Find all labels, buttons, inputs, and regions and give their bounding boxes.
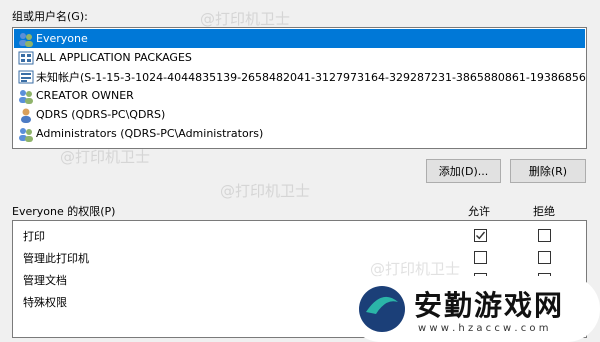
unknown-account-icon: [18, 70, 34, 83]
users-group-icon: [19, 32, 33, 47]
user-row-administrators[interactable]: Administrators (QDRS-PC\Administrators): [14, 124, 585, 143]
users-list-label: 组或用户名(G):: [12, 10, 88, 23]
deny-checkbox-manage-printer[interactable]: [538, 251, 551, 264]
user-row-label: Everyone: [36, 32, 88, 45]
add-button[interactable]: 添加(D)...: [426, 159, 501, 183]
deny-column-header: 拒绝: [533, 205, 555, 218]
watermark-text: @打印机卫士: [220, 182, 311, 200]
user-row-everyone[interactable]: Everyone: [14, 29, 585, 48]
user-row-label: Administrators (QDRS-PC\Administrators): [36, 127, 264, 140]
permission-name: 管理文档: [23, 274, 67, 287]
allow-checkbox-print[interactable]: [474, 229, 487, 242]
permission-name: 管理此打印机: [23, 252, 89, 265]
user-row-label: CREATOR OWNER: [36, 89, 134, 102]
watermark-text: @打印机卫士: [200, 10, 291, 28]
app-package-icon: [18, 51, 34, 64]
user-row-all-application-packages[interactable]: ALL APPLICATION PACKAGES: [14, 48, 585, 67]
deny-checkbox-print[interactable]: [538, 229, 551, 242]
users-listbox[interactable]: Everyone ALL APPLICATION PACKAGES 未知帐户(S…: [12, 27, 587, 149]
permission-name: 特殊权限: [23, 296, 67, 309]
allow-column-header: 允许: [468, 205, 490, 218]
users-group-icon: [19, 127, 33, 142]
user-row-label: ALL APPLICATION PACKAGES: [36, 51, 192, 64]
permission-row-manage-printer: 管理此打印机: [13, 246, 586, 268]
allow-checkbox-manage-printer[interactable]: [474, 251, 487, 264]
permission-name: 打印: [23, 230, 45, 243]
remove-button[interactable]: 删除(R): [510, 159, 586, 183]
site-logo: 安勤游戏网 w w w . h z a c c w . c o m: [348, 276, 600, 342]
users-group-icon: [19, 89, 33, 104]
user-icon: [21, 108, 31, 123]
checkmark-icon: [476, 231, 486, 240]
site-name: 安勤游戏网: [414, 289, 565, 322]
watermark-text: @打印机卫士: [60, 148, 151, 166]
permission-row-print: 打印: [13, 224, 586, 246]
permissions-label: Everyone 的权限(P): [12, 205, 116, 218]
user-row-qdrs[interactable]: QDRS (QDRS-PC\QDRS): [14, 105, 585, 124]
user-row-label: QDRS (QDRS-PC\QDRS): [36, 108, 166, 121]
user-row-label: 未知帐户(S-1-15-3-1024-4044835139-2658482041…: [36, 70, 587, 84]
user-row-creator-owner[interactable]: CREATOR OWNER: [14, 86, 585, 105]
site-url: w w w . h z a c c w . c o m: [418, 323, 549, 334]
user-row-unknown-account[interactable]: 未知帐户(S-1-15-3-1024-4044835139-2658482041…: [14, 67, 587, 86]
